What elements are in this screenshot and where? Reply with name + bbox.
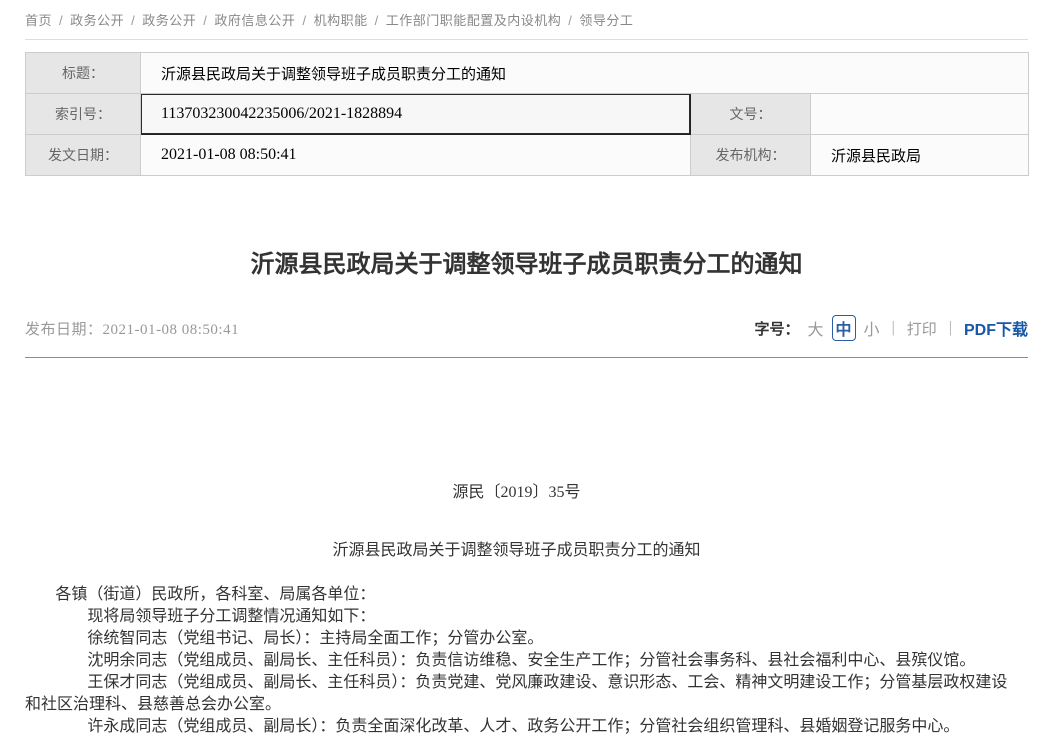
document-paragraph: 沈明余同志（党组成员、副局长、主任科员）：负责信访维稳、安全生产工作；分管社会事… bbox=[25, 650, 1008, 672]
document-paragraph: 许永成同志（党组成员、副局长）：负责全面深化改革、人才、政务公开工作；分管社会组… bbox=[25, 716, 1008, 738]
font-size-small-button[interactable]: 小 bbox=[864, 316, 880, 340]
pdf-download-button[interactable]: PDF下载 bbox=[964, 316, 1028, 340]
breadcrumb-separator: / bbox=[131, 13, 135, 28]
toolbar-separator: | bbox=[949, 319, 952, 337]
breadcrumb-separator: / bbox=[59, 13, 63, 28]
document-paragraph: 现将局领导班子分工调整情况通知如下： bbox=[25, 606, 1008, 628]
issue-date-value: 2021-01-08 08:50:41 bbox=[141, 135, 691, 176]
publish-org-value: 沂源县民政局 bbox=[811, 135, 1029, 176]
breadcrumb-separator: / bbox=[568, 13, 572, 28]
breadcrumb-item[interactable]: 首页 bbox=[25, 13, 52, 28]
title-value: 沂源县民政局关于调整领导班子成员职责分工的通知 bbox=[141, 53, 1029, 94]
table-row: 发文日期： 2021-01-08 08:50:41 发布机构： 沂源县民政局 bbox=[26, 135, 1029, 176]
document-paragraphs: 各镇（街道）民政所，各科室、局属各单位：现将局领导班子分工调整情况通知如下：徐统… bbox=[25, 584, 1008, 738]
title-label: 标题： bbox=[26, 53, 141, 94]
font-size-large-button[interactable]: 大 bbox=[808, 316, 824, 340]
breadcrumb-item[interactable]: 领导分工 bbox=[579, 13, 633, 28]
document-paragraph: 各镇（街道）民政所，各科室、局属各单位： bbox=[25, 584, 1008, 606]
page: 首页 / 政务公开 / 政务公开 / 政府信息公开 / 机构职能 / 工作部门职能配置及内设机构 / 领… bbox=[0, 0, 1053, 738]
article-toolbar: 字号： 大 中 小 | 打印 | PDF下载 bbox=[755, 315, 1029, 341]
document-inner-title: 沂源县民政局关于调整领导班子成员职责分工的通知 bbox=[25, 540, 1008, 562]
doc-number-value bbox=[811, 94, 1029, 135]
document-meta-table: 标题： 沂源县民政局关于调整领导班子成员职责分工的通知 索引号： 1137032… bbox=[25, 52, 1029, 176]
breadcrumb-divider bbox=[25, 39, 1028, 40]
index-number-value: 113703230042235006/2021-1828894 bbox=[141, 94, 691, 135]
publish-org-label: 发布机构： bbox=[691, 135, 811, 176]
document-paragraph: 徐统智同志（党组书记、局长）：主持局全面工作；分管办公室。 bbox=[25, 628, 1008, 650]
article-meta-row: 发布日期：2021-01-08 08:50:41 字号： 大 中 小 | 打印 … bbox=[25, 315, 1028, 341]
publish-date-value: 2021-01-08 08:50:41 bbox=[103, 322, 240, 338]
issue-date-label: 发文日期： bbox=[26, 135, 141, 176]
breadcrumb-separator: / bbox=[375, 13, 379, 28]
index-number-label: 索引号： bbox=[26, 94, 141, 135]
breadcrumb-item[interactable]: 机构职能 bbox=[314, 13, 368, 28]
page-title: 沂源县民政局关于调整领导班子成员职责分工的通知 bbox=[25, 244, 1028, 279]
document-body: 源民〔2019〕35号 沂源县民政局关于调整领导班子成员职责分工的通知 各镇（街… bbox=[25, 358, 1028, 738]
toolbar-separator: | bbox=[892, 319, 895, 337]
breadcrumb-item[interactable]: 政务公开 bbox=[142, 13, 196, 28]
document-ref-number: 源民〔2019〕35号 bbox=[25, 482, 1008, 504]
breadcrumb-item[interactable]: 政府信息公开 bbox=[214, 13, 295, 28]
table-row: 索引号： 113703230042235006/2021-1828894 文号： bbox=[26, 94, 1029, 135]
breadcrumb-separator: / bbox=[203, 13, 207, 28]
print-button[interactable]: 打印 bbox=[907, 318, 937, 339]
document-paragraph: 王保才同志（党组成员、副局长、主任科员）：负责党建、党风廉政建设、意识形态、工会… bbox=[25, 672, 1008, 716]
doc-number-label: 文号： bbox=[691, 94, 811, 135]
breadcrumb: 首页 / 政务公开 / 政务公开 / 政府信息公开 / 机构职能 / 工作部门职能配置及内设机构 / 领… bbox=[25, 0, 1028, 29]
breadcrumb-item[interactable]: 工作部门职能配置及内设机构 bbox=[386, 13, 562, 28]
breadcrumb-separator: / bbox=[302, 13, 306, 28]
font-size-medium-button[interactable]: 中 bbox=[832, 315, 856, 341]
font-size-label: 字号： bbox=[755, 318, 800, 339]
table-row: 标题： 沂源县民政局关于调整领导班子成员职责分工的通知 bbox=[26, 53, 1029, 94]
publish-date: 发布日期：2021-01-08 08:50:41 bbox=[25, 318, 239, 339]
publish-date-label: 发布日期： bbox=[25, 322, 103, 338]
breadcrumb-item[interactable]: 政务公开 bbox=[70, 13, 124, 28]
